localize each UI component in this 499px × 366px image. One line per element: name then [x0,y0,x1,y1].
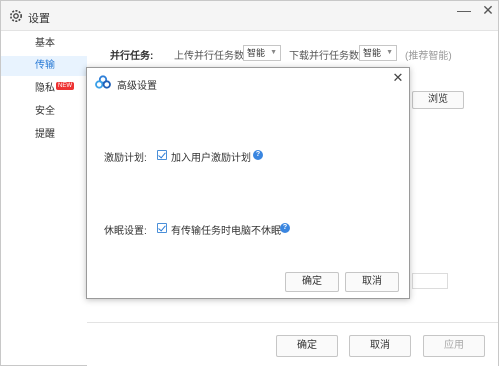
gear-icon [10,10,22,22]
upload-parallel-select[interactable]: 智能 ▼ [243,45,281,61]
dialog-ok-button[interactable]: 确定 [285,272,339,292]
footer-bar: 确定 取消 应用 [87,322,498,366]
parallel-tasks-label: 并行任务: [110,51,154,62]
sidebar-item-label: 安全 [35,106,55,117]
help-icon[interactable]: ? [280,223,290,233]
dialog-title-bar: 高级设置 ✕ [87,68,409,96]
sidebar-item-privacy[interactable]: 隐私 NEW [1,79,87,99]
download-parallel-select[interactable]: 智能 ▼ [359,45,397,61]
download-parallel-label: 下载并行任务数 [289,51,359,62]
dialog-title: 高级设置 [117,81,157,92]
download-parallel-value: 智能 [363,48,382,58]
sidebar-item-label: 基本 [35,38,55,49]
dialog-close-button[interactable]: ✕ [391,70,405,86]
incentive-plan-checkbox[interactable] [157,150,167,160]
close-button[interactable]: ✕ [480,3,496,19]
prevent-sleep-checkbox[interactable] [157,223,167,233]
title-bar: 设置 — ✕ [1,1,498,31]
chevron-down-icon: ▼ [270,49,277,56]
minimize-button[interactable]: — [456,3,472,19]
prevent-sleep-checkbox-label[interactable]: 有传输任务时电脑不休眠 [171,222,281,237]
ok-button[interactable]: 确定 [276,335,338,357]
browse-button[interactable]: 浏览 [412,91,464,109]
sidebar-item-label: 传输 [35,60,55,71]
sidebar-item-basic[interactable]: 基本 [1,34,87,54]
sidebar-item-reminder[interactable]: 提醒 [1,125,87,145]
upload-parallel-value: 智能 [247,48,266,58]
partial-input-field[interactable] [412,273,448,289]
sidebar-item-transfer[interactable]: 传输 [1,56,87,76]
sidebar-item-security[interactable]: 安全 [1,102,87,122]
advanced-settings-dialog: 高级设置 ✕ 激励计划: 加入用户激励计划 ? 休眠设置: 有传输任务时电脑不休… [86,67,410,299]
chevron-down-icon: ▼ [386,49,393,56]
help-icon[interactable]: ? [253,150,263,160]
apply-button[interactable]: 应用 [423,335,485,357]
upload-parallel-label: 上传并行任务数 [174,51,244,62]
dialog-cancel-button[interactable]: 取消 [345,272,399,292]
sidebar: 基本 传输 隐私 NEW 安全 提醒 [1,32,87,362]
recommend-hint: (推荐智能) [405,51,452,62]
incentive-plan-checkbox-label[interactable]: 加入用户激励计划 [171,149,251,164]
incentive-plan-label: 激励计划: [104,153,147,164]
new-badge: NEW [56,82,74,90]
sleep-setting-label: 休眠设置: [104,226,147,237]
sidebar-item-label: 提醒 [35,129,55,140]
sidebar-item-label: 隐私 [35,83,55,94]
cancel-button[interactable]: 取消 [349,335,411,357]
cloud-logo-icon [95,75,111,89]
window-title: 设置 [28,13,50,25]
